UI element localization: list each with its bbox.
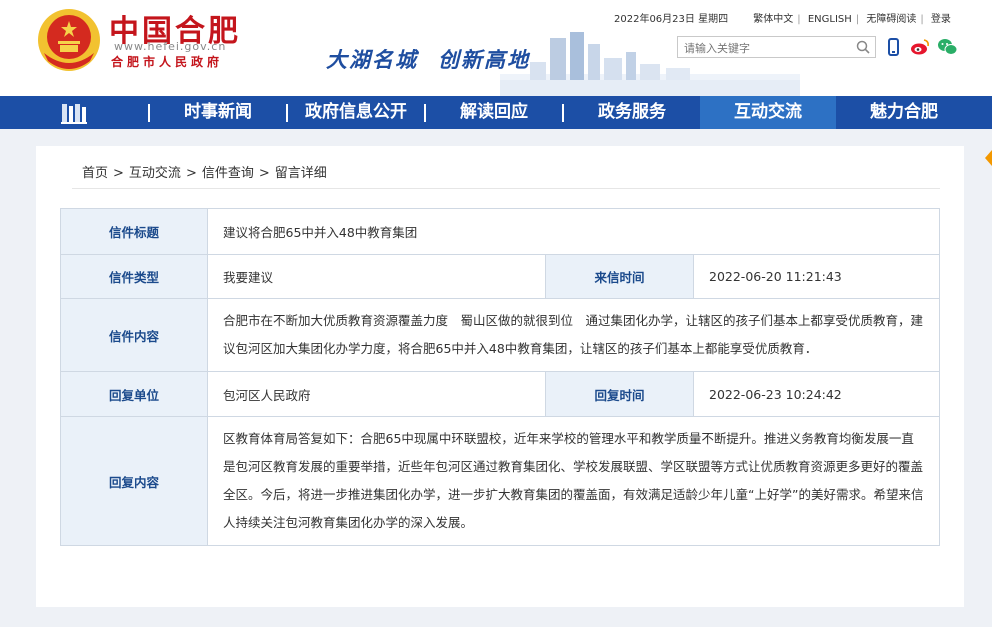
letter-time: 2022-06-20 11:21:43 bbox=[693, 254, 940, 299]
content-panel: 首页 > 互动交流 > 信件查询 > 留言详细 信件标题 建议将合肥65中并入48中教育集团… bbox=[36, 146, 964, 607]
search-box bbox=[677, 36, 876, 59]
table-row: 信件标题 建议将合肥65中并入48中教育集团 bbox=[60, 208, 940, 255]
national-emblem-icon bbox=[38, 9, 100, 71]
table-row: 回复单位 包河区人民政府 回复时间 2022-06-23 10:24:42 bbox=[60, 371, 940, 417]
english-link[interactable]: ENGLISH bbox=[808, 14, 852, 25]
nav-item-interpretation[interactable]: 解读回应 bbox=[426, 96, 562, 129]
nav-item-gov-info[interactable]: 政府信息公开 bbox=[288, 96, 424, 129]
current-date: 2022年06月23日 星期四 bbox=[614, 14, 729, 25]
letter-title-label: 信件标题 bbox=[60, 208, 208, 255]
social-links bbox=[884, 38, 958, 56]
site-url: www.hefei.gov.cn bbox=[114, 40, 227, 53]
main-nav: 时事新闻 政府信息公开 解读回应 政务服务 互动交流 魅力合肥 bbox=[0, 96, 992, 129]
slogan-part2: 创新高地 bbox=[438, 48, 530, 72]
letter-content: 合肥市在不断加大优质教育资源覆盖力度 蜀山区做的就很到位 通过集团化办学，让辖区… bbox=[207, 298, 940, 372]
search-input[interactable] bbox=[678, 38, 848, 59]
traditional-chinese-link[interactable]: 繁体中文 bbox=[753, 14, 793, 25]
mobile-icon[interactable] bbox=[884, 38, 904, 56]
letter-title: 建议将合肥65中并入48中教育集团 bbox=[207, 208, 940, 255]
breadcrumb-home[interactable]: 首页 bbox=[82, 166, 108, 181]
city-skyline-banner bbox=[500, 32, 800, 96]
nav-item-charm-hefei[interactable]: 魅力合肥 bbox=[836, 96, 972, 129]
table-row: 信件类型 我要建议 来信时间 2022-06-20 11:21:43 bbox=[60, 254, 940, 299]
breadcrumb: 首页 > 互动交流 > 信件查询 > 留言详细 bbox=[82, 166, 327, 181]
breadcrumb-interaction[interactable]: 互动交流 bbox=[129, 166, 181, 181]
top-utility-bar: 2022年06月23日 星期四 繁体中文 | ENGLISH | 无障碍阅读 | 登录 bbox=[614, 14, 951, 25]
library-icon bbox=[61, 103, 87, 124]
slogan-part1: 大湖名城 bbox=[326, 48, 418, 72]
reply-content: 区教育体育局答复如下：合肥65中现属中环联盟校，近年来学校的管理水平和教学质量不… bbox=[207, 416, 940, 546]
nav-home[interactable] bbox=[0, 96, 148, 129]
nav-item-news[interactable]: 时事新闻 bbox=[150, 96, 286, 129]
letter-time-label: 来信时间 bbox=[545, 254, 694, 299]
login-link[interactable]: 登录 bbox=[931, 14, 951, 25]
accessibility-link[interactable]: 无障碍阅读 bbox=[866, 14, 916, 25]
reply-content-label: 回复内容 bbox=[60, 416, 208, 546]
side-float-tab-icon[interactable] bbox=[985, 150, 992, 180]
table-row: 回复内容 区教育体育局答复如下：合肥65中现属中环联盟校，近年来学校的管理水平和… bbox=[60, 416, 940, 546]
wechat-icon[interactable] bbox=[936, 38, 958, 56]
breadcrumb-letter-query[interactable]: 信件查询 bbox=[202, 166, 254, 181]
reply-time: 2022-06-23 10:24:42 bbox=[693, 371, 940, 417]
letter-type-label: 信件类型 bbox=[60, 254, 208, 299]
letter-type: 我要建议 bbox=[207, 254, 546, 299]
breadcrumb-divider bbox=[72, 188, 940, 189]
weibo-icon[interactable] bbox=[910, 38, 930, 56]
reply-unit-label: 回复单位 bbox=[60, 371, 208, 417]
letter-content-label: 信件内容 bbox=[60, 298, 208, 372]
nav-item-services[interactable]: 政务服务 bbox=[564, 96, 700, 129]
reply-time-label: 回复时间 bbox=[545, 371, 694, 417]
breadcrumb-current: 留言详细 bbox=[274, 166, 327, 181]
letter-detail-table: 信件标题 建议将合肥65中并入48中教育集团 信件类型 我要建议 来信时间 20… bbox=[60, 208, 940, 546]
reply-unit: 包河区人民政府 bbox=[207, 371, 546, 417]
search-icon[interactable] bbox=[855, 39, 871, 55]
slogan: 大湖名城 创新高地 bbox=[326, 44, 530, 74]
site-header: 中国合肥 www.hefei.gov.cn 合肥市人民政府 大湖名城 创新高地 2… bbox=[0, 0, 992, 96]
site-logo-subtitle: 合肥市人民政府 bbox=[111, 55, 224, 69]
table-row: 信件内容 合肥市在不断加大优质教育资源覆盖力度 蜀山区做的就很到位 通过集团化办… bbox=[60, 298, 940, 372]
nav-item-interaction[interactable]: 互动交流 bbox=[700, 96, 836, 129]
